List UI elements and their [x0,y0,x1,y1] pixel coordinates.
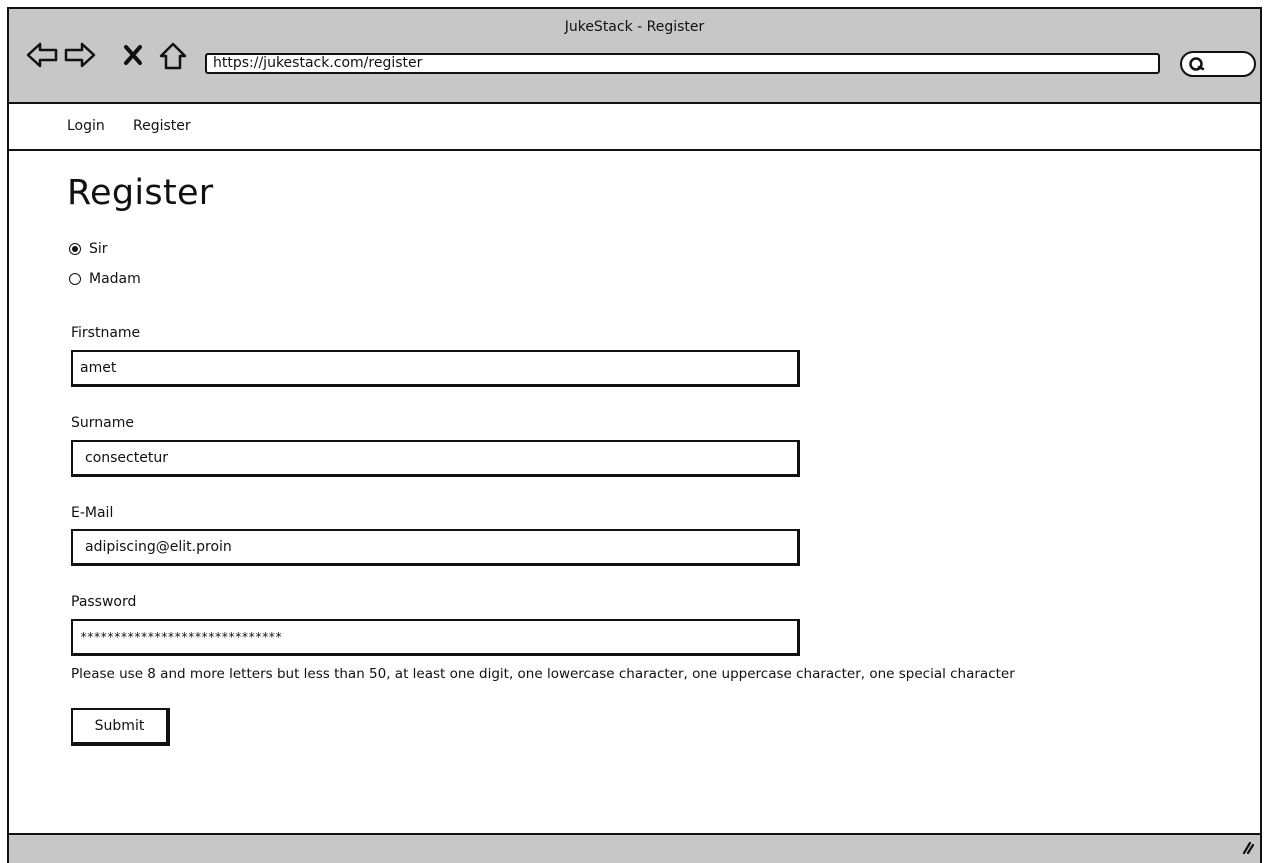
browser-window: JukeStack - Register https://jukestack.c… [7,7,1262,863]
register-page: Register Sir Madam Firstname amet Surnam… [9,151,1260,833]
radio-unchecked[interactable] [69,273,81,285]
password-label: Password [71,594,137,610]
home-icon[interactable] [158,41,188,75]
password-field[interactable]: ****************************** [71,619,800,656]
radio-checked[interactable] [69,243,81,255]
top-nav: Login Register [9,104,1260,151]
email-field[interactable]: adipiscing@elit.proin [71,529,800,566]
stop-icon[interactable] [123,44,143,70]
search-icon [1188,56,1206,76]
nav-login-link[interactable]: Login [67,118,105,134]
surname-field[interactable]: consectetur [71,440,800,477]
url-input[interactable]: https://jukestack.com/register [205,53,1160,74]
browser-search-button[interactable] [1180,51,1256,77]
email-label: E-Mail [71,505,114,521]
password-hint: Please use 8 and more letters but less t… [71,666,1015,682]
submit-button[interactable]: Submit [71,708,170,746]
forward-icon[interactable] [63,41,97,73]
surname-label: Surname [71,415,134,431]
salutation-option-madam[interactable]: Madam [69,271,141,287]
radio-label-madam: Madam [89,271,141,287]
page-title: Register [67,173,214,213]
status-bar [9,833,1260,863]
window-title: JukeStack - Register [564,19,705,35]
salutation-option-sir[interactable]: Sir [69,241,108,257]
browser-chrome: JukeStack - Register https://jukestack.c… [9,9,1260,104]
resize-grip-icon[interactable] [1238,839,1255,859]
back-icon[interactable] [25,41,59,73]
firstname-field[interactable]: amet [71,350,800,387]
radio-label-sir: Sir [89,241,108,257]
nav-register-link[interactable]: Register [133,118,191,134]
firstname-label: Firstname [71,325,141,341]
